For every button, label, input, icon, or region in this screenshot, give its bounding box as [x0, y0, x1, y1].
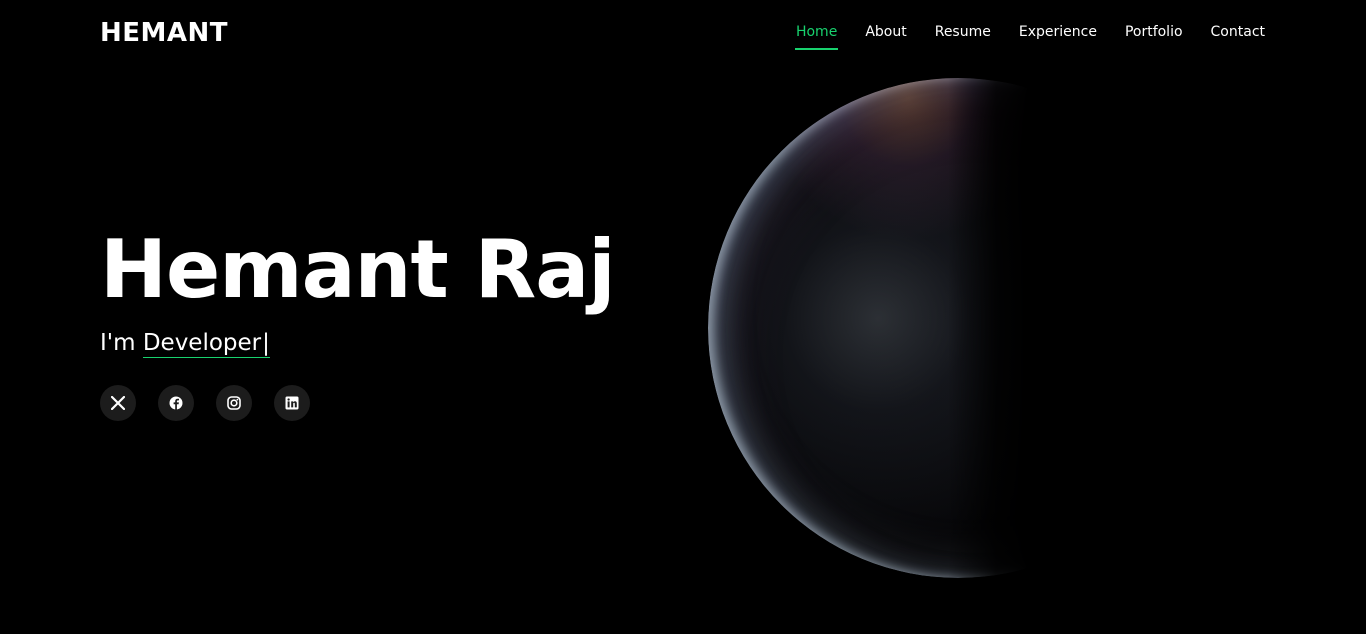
typed-cursor: | — [262, 330, 270, 356]
nav-home[interactable]: Home — [794, 24, 839, 50]
hero-title: Hemant Raj — [100, 223, 616, 316]
nav-contact[interactable]: Contact — [1211, 24, 1265, 46]
social-links — [100, 385, 310, 421]
social-linkedin-link[interactable] — [274, 385, 310, 421]
nav-portfolio[interactable]: Portfolio — [1125, 24, 1183, 46]
social-instagram-link[interactable] — [216, 385, 252, 421]
site-logo[interactable]: HEMANT — [100, 18, 228, 48]
planet-shadow — [948, 78, 1028, 578]
facebook-icon — [169, 396, 183, 410]
typed-role-text: Developer — [142, 330, 262, 356]
page: HEMANT Home About Resume Experience Port… — [0, 0, 1366, 634]
nav-experience[interactable]: Experience — [1019, 24, 1097, 46]
nav-resume[interactable]: Resume — [935, 24, 991, 46]
typed-role: Developer| — [142, 330, 270, 358]
hero-subtitle: I'm Developer| — [100, 328, 270, 358]
planet-background — [708, 78, 1028, 578]
x-twitter-icon — [111, 396, 125, 410]
linkedin-icon — [285, 396, 299, 410]
main-nav: Home About Resume Experience Portfolio C… — [794, 24, 1265, 50]
social-x-link[interactable] — [100, 385, 136, 421]
social-facebook-link[interactable] — [158, 385, 194, 421]
nav-about[interactable]: About — [865, 24, 906, 46]
subtitle-prefix: I'm — [100, 330, 136, 356]
instagram-icon — [227, 396, 241, 410]
